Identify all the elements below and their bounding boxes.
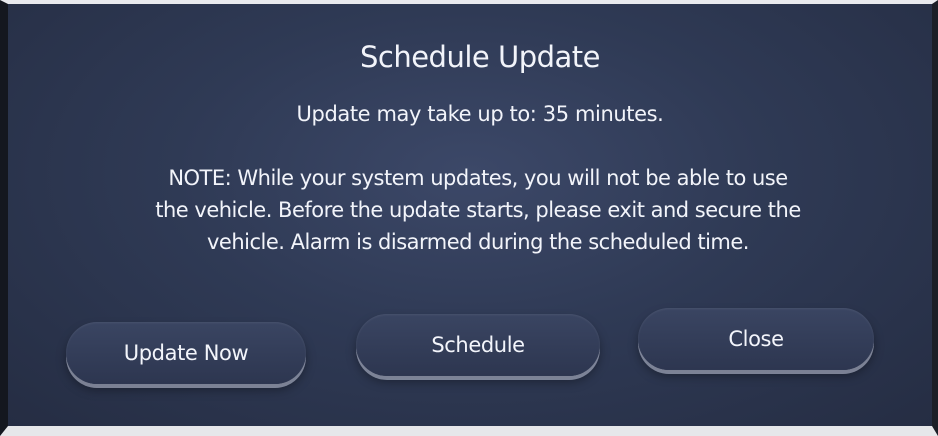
- update-now-button[interactable]: Update Now: [66, 322, 306, 384]
- schedule-update-dialog: Schedule Update Update may take up to: 3…: [8, 4, 932, 426]
- close-button[interactable]: Close: [638, 308, 874, 370]
- schedule-button[interactable]: Schedule: [356, 314, 600, 376]
- update-note: NOTE: While your system updates, you wil…: [108, 162, 848, 258]
- note-line: NOTE: While your system updates, you wil…: [168, 166, 788, 190]
- update-duration-text: Update may take up to: 35 minutes.: [296, 102, 664, 126]
- note-line: the vehicle. Before the update starts, p…: [155, 198, 801, 222]
- note-line: vehicle. Alarm is disarmed during the sc…: [207, 230, 749, 254]
- infotainment-screen: Schedule Update Update may take up to: 3…: [0, 0, 938, 436]
- dialog-title: Schedule Update: [359, 40, 601, 74]
